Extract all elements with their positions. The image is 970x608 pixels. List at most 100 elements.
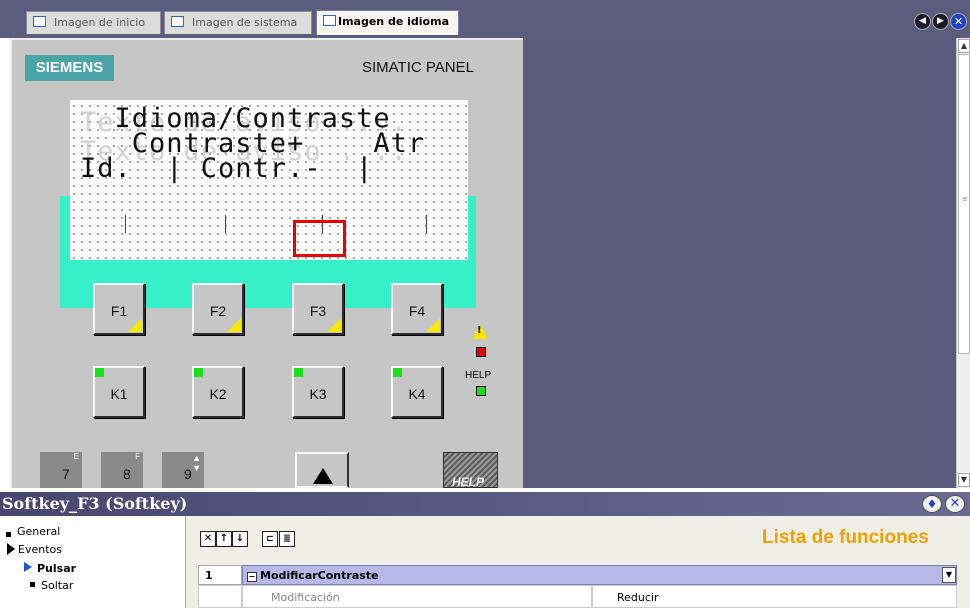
tree-item-label: Eventos (18, 543, 62, 556)
key-f4[interactable]: F4 (391, 283, 443, 335)
key-shift-label: F (135, 452, 140, 461)
outdent-button[interactable]: ⊏ (262, 531, 278, 547)
scroll-down-icon[interactable]: ▼ (958, 473, 970, 487)
up-arrow-icon: ▲ ▼ (192, 453, 201, 473)
key-cursor-up[interactable] (295, 452, 349, 488)
key-label: 8 (123, 466, 131, 482)
key-k1[interactable]: K1 (93, 366, 145, 418)
led-icon (95, 368, 104, 377)
grip-icon: ≡ (962, 195, 968, 203)
key-8[interactable]: F8 (101, 452, 143, 488)
tab-label: Imagen de inicio (54, 16, 146, 29)
key-shift-label: E (73, 452, 79, 461)
delete-function-button[interactable]: ✕ (200, 531, 216, 547)
tree-item-general[interactable]: General (6, 525, 60, 542)
key-k2[interactable]: K2 (192, 366, 244, 418)
key-label: HELP (452, 475, 485, 488)
bullet-icon (30, 582, 35, 587)
next-tab-button[interactable]: ▶ (932, 13, 949, 30)
softkey-separator (225, 215, 226, 233)
corner-marker-icon (426, 318, 440, 332)
collapse-icon[interactable]: − (247, 572, 257, 582)
tree-item-label: Soltar (41, 579, 74, 592)
close-icon: ✕ (949, 496, 961, 511)
close-icon: ✕ (953, 15, 964, 28)
pin-icon: ♦ (926, 497, 938, 511)
outdent-icon: ⊏ (266, 534, 274, 544)
pin-button[interactable]: ♦ (922, 495, 942, 513)
scroll-up-icon[interactable]: ▲ (958, 39, 970, 53)
arrow-right-icon: ▶ (937, 16, 944, 26)
tab-label: Imagen de sistema (192, 16, 298, 29)
tab-imagen-de-sistema[interactable]: Imagen de sistema (164, 11, 312, 34)
screen-icon (33, 16, 46, 27)
prev-tab-button[interactable]: ◀ (914, 13, 931, 30)
siemens-logo: SIEMENS (25, 55, 114, 81)
function-row[interactable]: − ModificarContraste (242, 565, 957, 585)
tree-item-label: Pulsar (37, 562, 77, 575)
scroll-thumb[interactable]: ≡ (958, 54, 970, 354)
delete-icon: ✕ (203, 533, 213, 544)
key-k3[interactable]: K3 (292, 366, 344, 418)
arrow-up-icon (313, 468, 333, 484)
move-up-button[interactable]: ↑ (216, 531, 232, 547)
corner-marker-icon (227, 318, 241, 332)
led-icon (393, 368, 402, 377)
key-label: K1 (110, 386, 128, 402)
tree-item-soltar[interactable]: Soltar (30, 579, 73, 592)
screen-icon (171, 16, 184, 27)
key-label: F4 (408, 303, 426, 319)
softkey-separator (125, 215, 126, 233)
move-down-button[interactable]: ↓ (232, 531, 248, 547)
tab-bar: Imagen de inicio Imagen de sistema Image… (0, 0, 970, 38)
key-f3[interactable]: F3 (292, 283, 344, 335)
tree-item-label: General (17, 525, 61, 538)
key-label: K4 (408, 386, 426, 402)
tab-imagen-de-idioma[interactable]: Imagen de idioma (316, 10, 459, 35)
bullet-icon (6, 532, 11, 537)
arrow-left-icon: ◀ (919, 16, 926, 26)
key-label: K2 (209, 386, 227, 402)
key-label: 7 (62, 466, 70, 482)
key-f2[interactable]: F2 (192, 283, 244, 335)
key-f1[interactable]: F1 (93, 283, 145, 335)
arrow-down-icon: ↓ (235, 533, 245, 544)
key-label: F1 (110, 303, 128, 319)
key-k4[interactable]: K4 (391, 366, 443, 418)
key-label: 9 (184, 466, 192, 482)
warning-mark: ! (477, 325, 482, 336)
tab-imagen-de-inicio[interactable]: Imagen de inicio (26, 11, 161, 34)
key-7[interactable]: E7 (40, 452, 82, 488)
panel-model-label: SIMATIC PANEL (362, 59, 474, 76)
function-list-title: Lista de funciones (762, 527, 929, 548)
expand-arrow-icon (7, 543, 15, 555)
close-tab-button[interactable]: ✕ (950, 13, 967, 30)
close-properties-button[interactable]: ✕ (945, 495, 965, 513)
led-icon (194, 368, 203, 377)
chevron-down-icon: ▼ (945, 570, 953, 579)
selected-softkey-outline[interactable] (293, 220, 346, 257)
properties-tree: General Eventos Pulsar Soltar (0, 516, 186, 608)
param-value-cell[interactable]: Reducir (592, 585, 957, 608)
list-icon: ≣ (283, 534, 291, 544)
function-row-number: 1 (198, 565, 242, 585)
properties-title: Softkey_F3 (Softkey) (2, 494, 188, 513)
tree-item-eventos[interactable]: Eventos (7, 543, 62, 556)
key-9[interactable]: ▲ ▼ 9 (162, 452, 204, 488)
vertical-scrollbar[interactable]: ▲ ≡ ▼ (956, 38, 970, 488)
param-name-cell: Modificación (242, 585, 592, 608)
screen-icon (323, 15, 336, 26)
tab-label: Imagen de idioma (338, 15, 449, 28)
softkey-separator (426, 215, 427, 233)
list-view-button[interactable]: ≣ (279, 531, 295, 547)
help-led-icon (476, 386, 486, 396)
function-dropdown-button[interactable]: ▼ (942, 567, 956, 583)
selected-arrow-icon (24, 562, 32, 572)
tree-item-pulsar[interactable]: Pulsar (24, 562, 76, 575)
led-icon (294, 368, 303, 377)
alarm-led-icon (476, 347, 486, 357)
key-help[interactable]: HELP (443, 452, 498, 488)
function-name: ModificarContraste (260, 569, 379, 582)
softkey-label-bar (70, 210, 468, 238)
screen-text: Idioma/Contraste Contraste+ Atr Id. | Co… (80, 103, 426, 184)
